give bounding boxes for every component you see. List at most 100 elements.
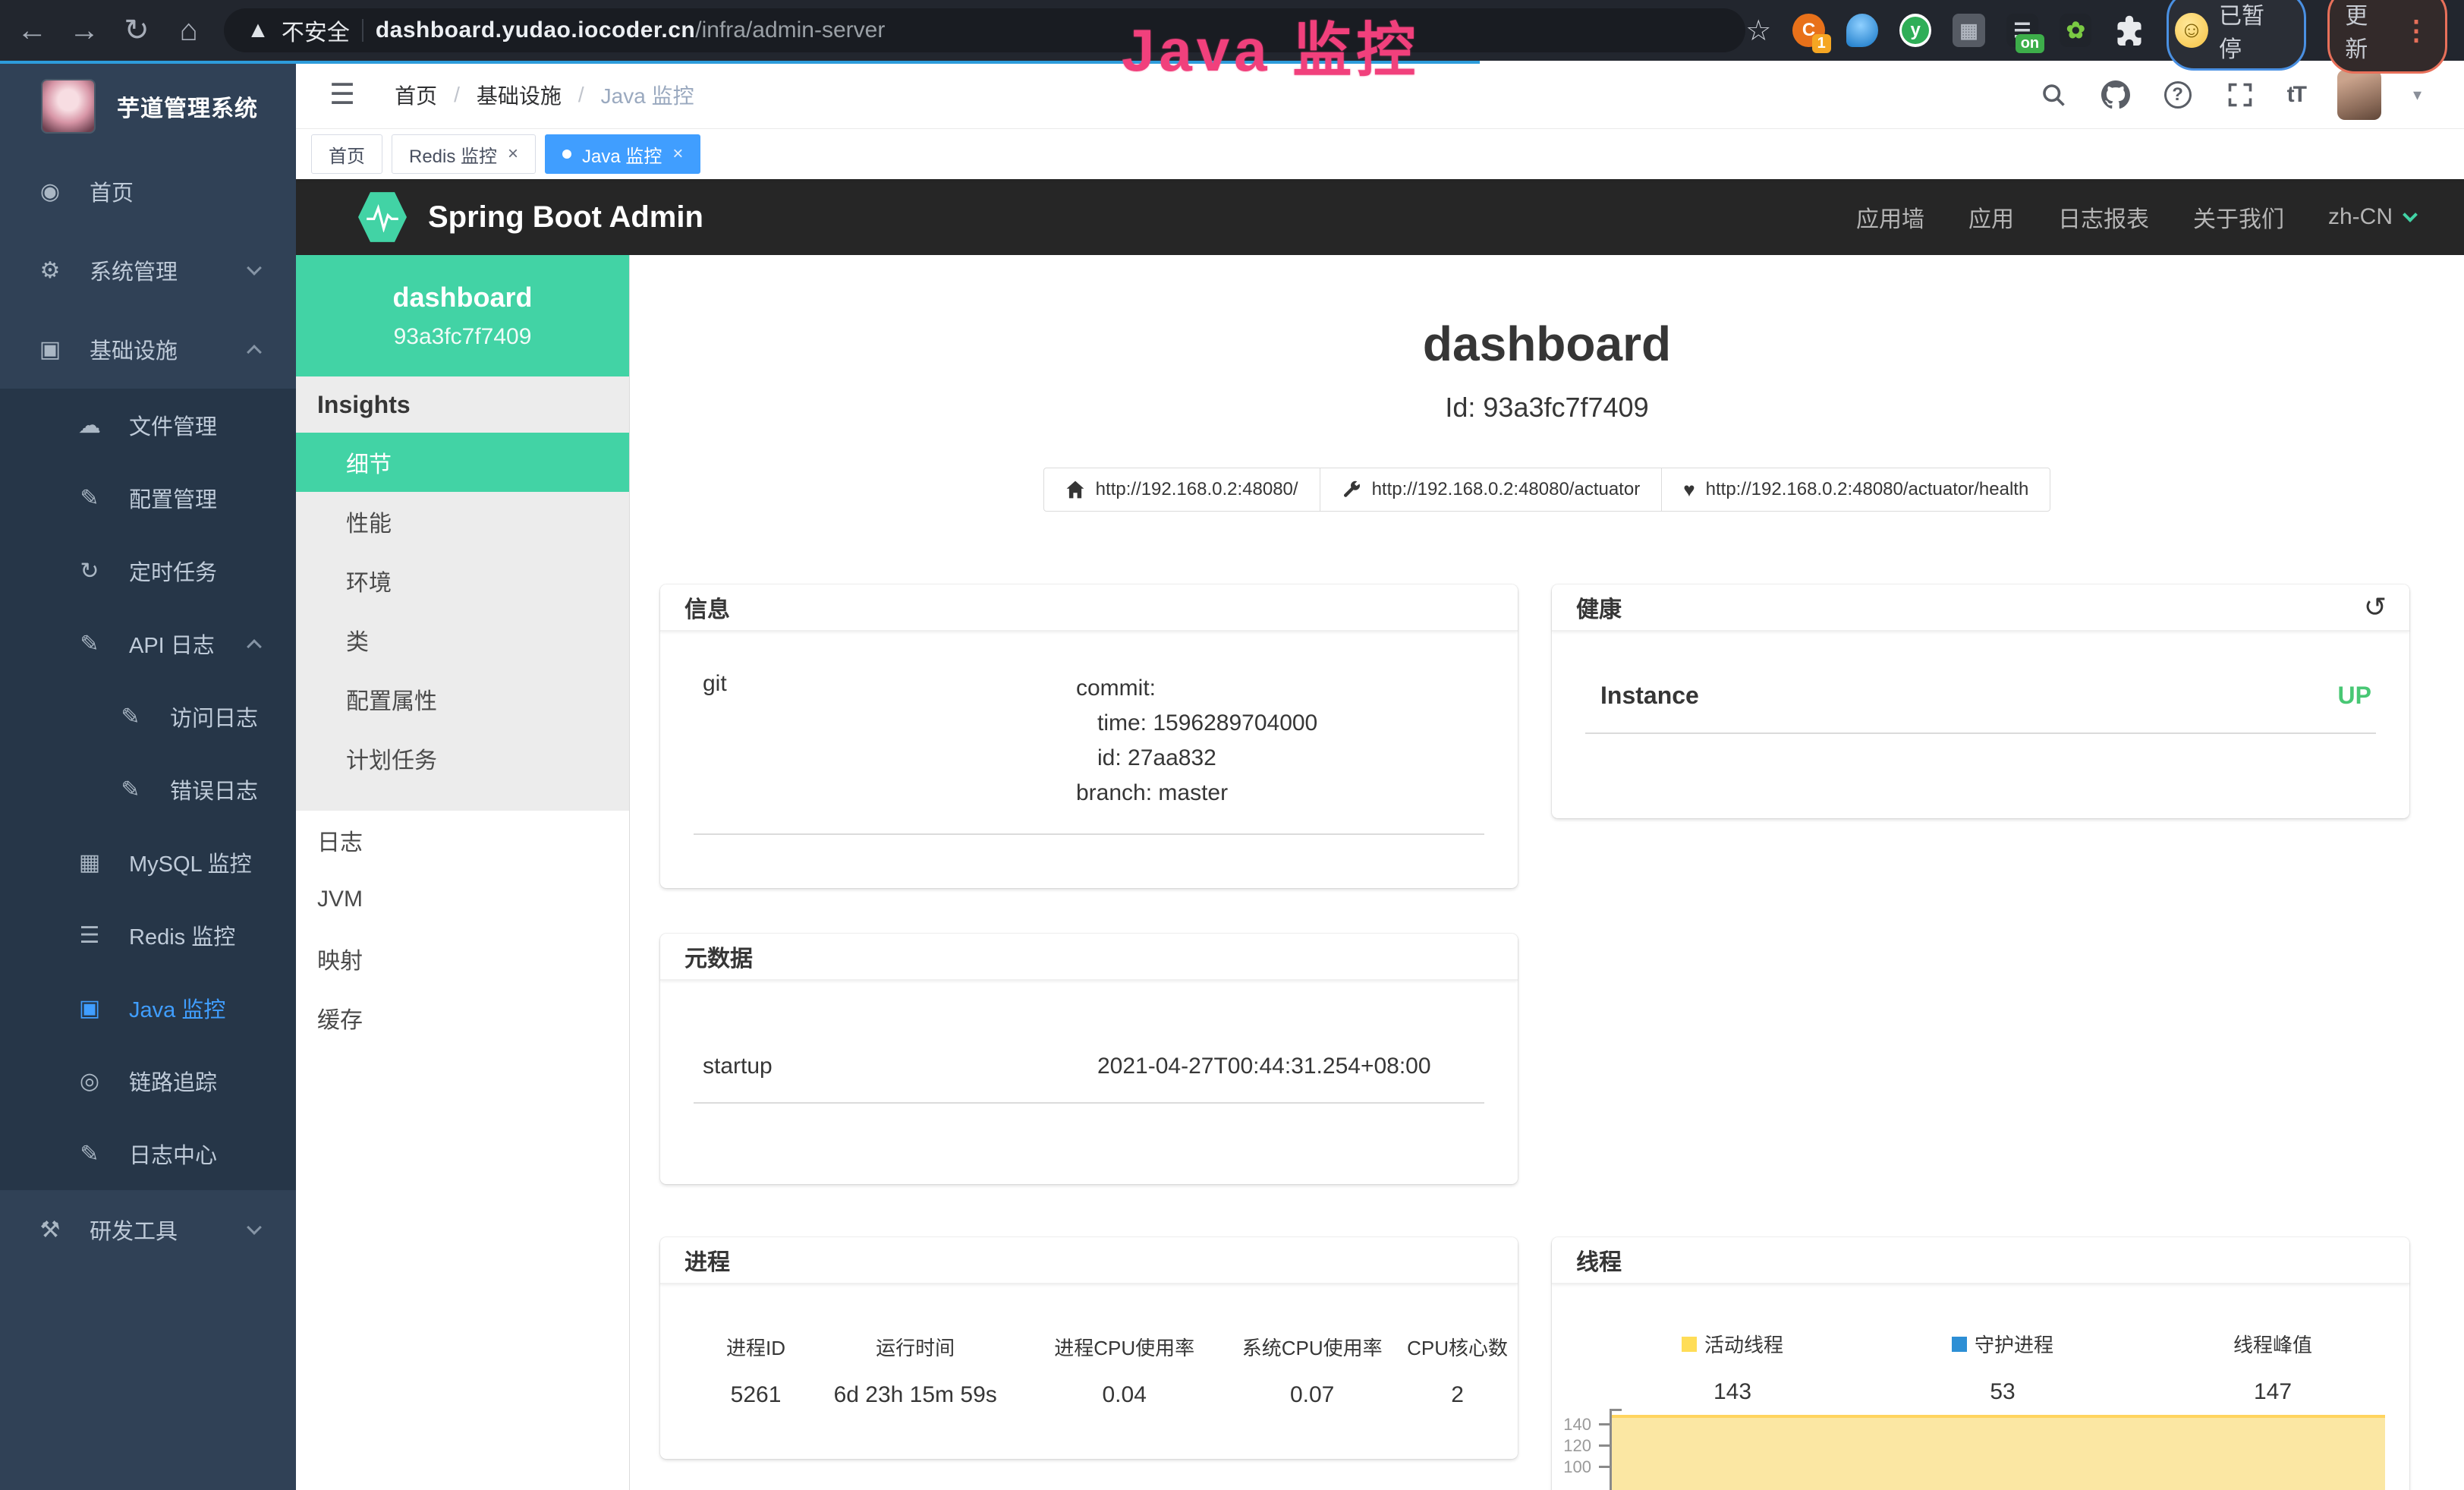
sba-nav-about[interactable]: 关于我们 [2193,200,2284,234]
extension-grid-icon[interactable]: ▦ [1953,14,1984,47]
paused-label: 已暂停 [2219,0,2284,64]
not-secure-warning-icon: ▲ [247,17,269,43]
breadcrumb: 首页 / 基础设施 / Java 监控 [395,80,694,110]
extension-y-icon[interactable]: y [1899,14,1931,47]
profile-paused-badge[interactable]: ☺ 已暂停 [2167,0,2306,71]
sidebar-item-error-logs[interactable]: ✎ 错误日志 [0,753,296,826]
help-icon[interactable]: ? [2163,80,2193,110]
sba-sidebar-item-jvm[interactable]: JVM [296,870,629,929]
sba-sidebar-item-metrics[interactable]: 性能 [296,492,629,551]
extension-icon-1[interactable]: C 1 [1792,14,1824,47]
sba-sidebar-item-classes[interactable]: 类 [296,610,629,669]
sba-sidebar-item-details[interactable]: 细节 [296,433,629,492]
font-size-icon[interactable]: tT [2287,82,2305,108]
row-divider [694,1102,1484,1104]
history-icon[interactable]: ↺ [2364,591,2387,623]
tab-home[interactable]: 首页 [311,134,382,174]
tab-java-monitor[interactable]: Java 监控 × [545,134,700,174]
breadcrumb-home[interactable]: 首页 [395,80,437,110]
extensions-puzzle-icon[interactable] [2113,14,2145,47]
process-table: 进程ID 运行时间 进程CPU使用率 系统CPU使用率 CPU核心数 5261 … [660,1284,1518,1408]
close-icon[interactable]: × [672,143,683,165]
browser-forward-button[interactable]: → [65,10,105,51]
browser-reload-button[interactable]: ↻ [117,10,157,51]
sidebar-item-api-logs[interactable]: ✎ API 日志 [0,607,296,680]
sidebar-item-home[interactable]: ◉ 首页 [0,152,296,231]
sidebar-item-infrastructure[interactable]: ▣ 基础设施 [0,310,296,389]
sba-sidebar-item-environment[interactable]: 环境 [296,551,629,610]
url-path: /infra/admin-server [695,17,885,43]
sidebar-collapse-icon[interactable]: ☰ [329,77,355,112]
eye-icon: ◎ [73,1068,106,1095]
sidebar-item-access-logs[interactable]: ✎ 访问日志 [0,680,296,753]
sba-nav-journal[interactable]: 日志报表 [2058,200,2149,234]
sba-language-select[interactable]: zh-CN [2328,204,2415,230]
fullscreen-icon[interactable] [2225,80,2255,110]
spring-boot-admin-logo-icon [358,191,407,244]
sidebar-item-log-center[interactable]: ✎ 日志中心 [0,1117,296,1190]
sba-sidebar-item-mappings[interactable]: 映射 [296,929,629,988]
extension-leaf-icon[interactable]: ✿ [2060,14,2091,47]
timer-icon: ↻ [73,558,106,584]
metadata-value: 2021-04-27T00:44:31.254+08:00 [1097,1054,1431,1079]
url-host: dashboard.yudao.iocoder.cn [376,17,695,43]
tab-redis-monitor[interactable]: Redis 监控 × [392,134,536,174]
close-icon[interactable]: × [508,143,518,165]
github-icon[interactable] [2101,80,2131,110]
sidebar-item-config-management[interactable]: ✎ 配置管理 [0,461,296,534]
sba-sidebar-item-scheduled-tasks[interactable]: 计划任务 [296,729,629,788]
extension-pin-icon[interactable] [1846,14,1878,47]
browser-menu-kebab-icon: ⋮ [2403,20,2430,42]
sba-nav-wallboard[interactable]: 应用墙 [1856,200,1924,234]
browser-back-button[interactable]: ← [12,10,52,51]
sidebar-item-dev-tools[interactable]: ⚒ 研发工具 [0,1190,296,1269]
dashboard-icon: ◉ [33,178,67,205]
annotation-java-monitor: Java 监控 [1122,3,1420,88]
search-icon[interactable] [2038,80,2069,110]
browser-toolbar-right: ☆ C 1 y ▦ ☰ on ✿ ☺ 已暂停 更新 ⋮ [1745,0,2464,74]
sba-nav-applications[interactable]: 应用 [1968,200,2014,234]
app-logo-row[interactable]: 芋道管理系统 [0,61,296,152]
user-avatar[interactable] [2337,70,2381,120]
process-table-values: 5261 6d 23h 15m 59s 0.04 0.07 2 [703,1382,1518,1408]
heartbeat-icon: ♥ [1683,478,1695,502]
tab-bar: 首页 Redis 监控 × Java 监控 × [296,129,2464,179]
app-title: 芋道管理系统 [117,90,258,123]
paused-emoji-icon: ☺ [2175,13,2208,48]
threads-card-title: 线程 [1552,1237,2409,1284]
extension-list-icon[interactable]: ☰ on [2006,14,2038,47]
sidebar-item-redis-monitor[interactable]: ☰ Redis 监控 [0,899,296,972]
browser-home-button[interactable]: ⌂ [168,10,209,51]
layers-icon: ☰ [73,922,106,949]
avatar-caret-icon[interactable]: ▾ [2413,85,2422,105]
y-tick-140: 140 [1552,1415,1591,1435]
sba-sidebar-item-config-props[interactable]: 配置属性 [296,669,629,729]
process-card: 进程 进程ID 运行时间 进程CPU使用率 系统CPU使用率 CPU核心数 52… [660,1237,1518,1459]
service-url-button[interactable]: http://192.168.0.2:48080/ [1043,468,1320,512]
peak-threads-value: 147 [2138,1379,2408,1405]
sba-sidebar-item-caches[interactable]: 缓存 [296,988,629,1047]
health-url-button[interactable]: ♥ http://192.168.0.2:48080/actuator/heal… [1661,468,2050,512]
chevron-down-icon [247,260,262,276]
app-logo-image [41,79,96,134]
bookmark-star-icon[interactable]: ☆ [1745,14,1771,48]
breadcrumb-infrastructure[interactable]: 基础设施 [477,80,562,110]
address-bar[interactable]: ▲ 不安全 dashboard.yudao.iocoder.cn/infra/a… [224,8,1745,52]
sidebar-item-java-monitor[interactable]: ▣ Java 监控 [0,972,296,1044]
insights-section-label: Insights [296,376,629,433]
sidebar-item-scheduled-jobs[interactable]: ↻ 定时任务 [0,534,296,607]
sidebar-item-mysql-monitor[interactable]: ▦ MySQL 监控 [0,826,296,899]
live-threads-value: 143 [1597,1379,1868,1405]
browser-update-button[interactable]: 更新 ⋮ [2327,0,2447,74]
sidebar-item-trace[interactable]: ◎ 链路追踪 [0,1044,296,1117]
metadata-card-title: 元数据 [660,934,1518,981]
legend-peak-threads: 线程峰值 [2138,1330,2408,1358]
actuator-url-button[interactable]: http://192.168.0.2:48080/actuator [1320,468,1663,512]
sba-sidebar-item-logs[interactable]: 日志 [296,811,629,870]
log-icon: ✎ [114,777,147,803]
instance-header[interactable]: dashboard 93a3fc7f7409 [296,255,629,376]
instance-id: 93a3fc7f7409 [394,324,532,350]
sidebar-item-file-management[interactable]: ☁ 文件管理 [0,389,296,461]
sidebar-item-system-management[interactable]: ⚙ 系统管理 [0,231,296,310]
health-row-label: Instance [1600,682,1699,710]
